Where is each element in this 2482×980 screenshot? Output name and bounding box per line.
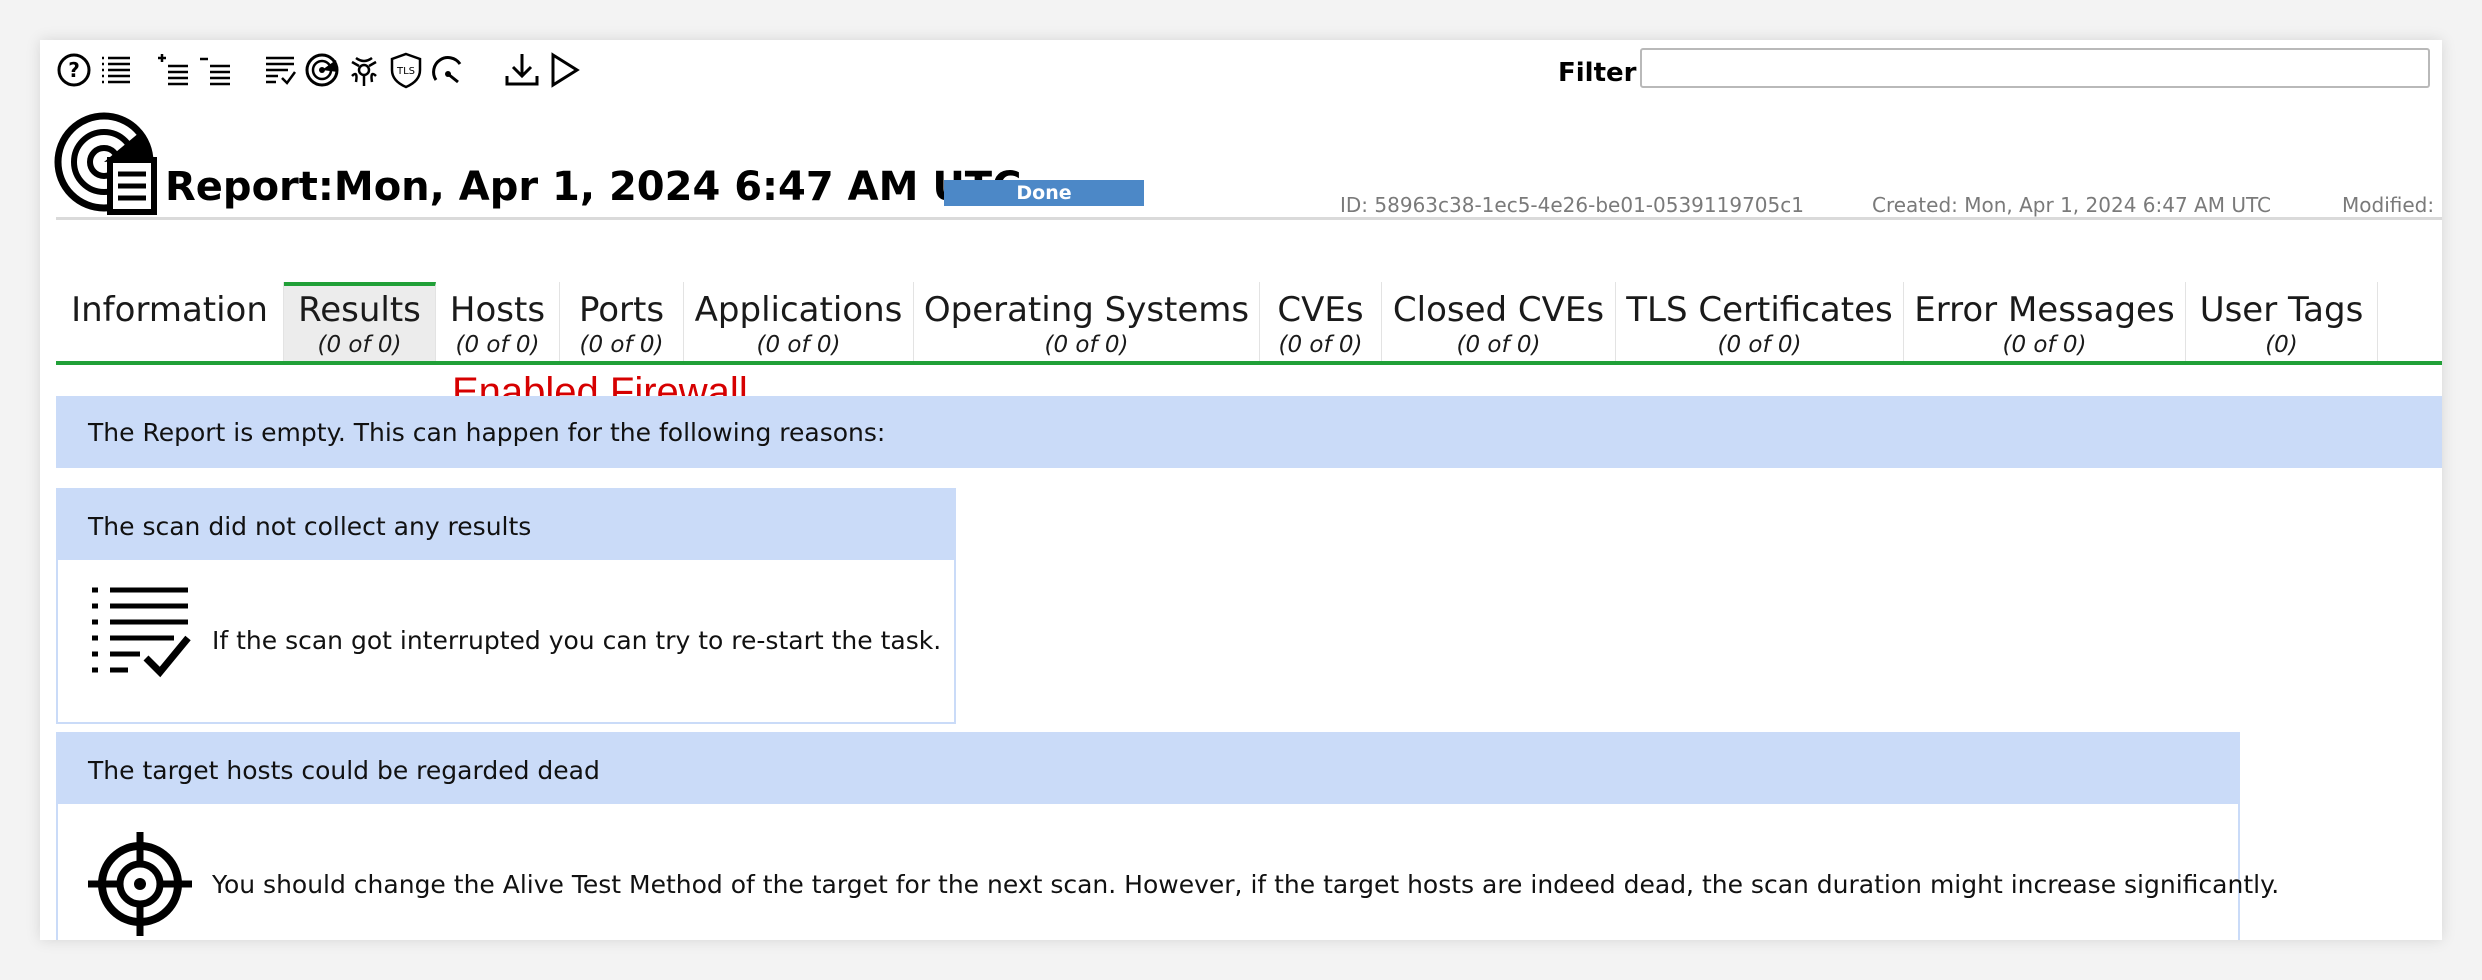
panel-text: If the scan got interrupted you can try … [212,626,942,655]
tab-cves[interactable]: CVEs (0 of 0) [1260,282,1382,361]
header-divider [56,217,2442,220]
hosts-icon[interactable] [302,50,342,90]
svg-text:TLS: TLS [396,66,415,77]
tab-bar: Information Results (0 of 0) Hosts (0 of… [56,282,2442,366]
panel-text: You should change the Alive Test Method … [212,870,2280,899]
panel-header: The target hosts could be regarded dead [58,734,2238,804]
panel-title: The target hosts could be regarded dead [88,756,600,785]
tab-results[interactable]: Results (0 of 0) [284,282,436,361]
tab-label: Hosts [449,290,546,330]
tab-user-tags[interactable]: User Tags (0) [2186,282,2378,361]
tab-label: Ports [578,290,665,330]
tab-label: TLS Certificates [1626,290,1893,330]
tab-closed-cves[interactable]: Closed CVEs (0 of 0) [1382,282,1616,361]
filter-label: Filter [1558,58,1637,88]
performance-icon[interactable] [428,50,468,90]
tab-label: Operating Systems [923,290,1250,330]
no-results-panel: The scan did not collect any results If … [56,488,956,724]
status-progress-bar: Done [944,180,1144,206]
tab-count: (0 of 0) [455,332,540,358]
report-window: ? TLS Filter Report:Mon, Apr 1, 2024 6:4… [40,40,2442,940]
dead-hosts-panel: The target hosts could be regarded dead … [56,732,2279,940]
tab-label: Error Messages [1914,290,2175,330]
tab-count: (0) [2265,332,2298,358]
tab-label: CVEs [1277,290,1364,330]
tab-count: (0 of 0) [1717,332,1802,358]
tab-count: (0 of 0) [2002,332,2087,358]
tab-label: Results [298,290,421,330]
target-icon [88,832,192,936]
tab-error-messages[interactable]: Error Messages (0 of 0) [1904,282,2186,361]
empty-report-message: The Report is empty. This can happen for… [88,418,886,447]
svg-text:?: ? [68,58,80,82]
tab-applications[interactable]: Applications (0 of 0) [684,282,914,361]
tab-count: (0 of 0) [317,332,402,358]
remove-list-icon[interactable] [196,50,236,90]
report-modified: Modified: M [2342,193,2442,217]
tab-information[interactable]: Information [56,282,284,361]
start-icon[interactable] [544,50,584,90]
tab-count: (0 of 0) [1456,332,1541,358]
filter-input[interactable] [1640,48,2430,88]
tab-operating-systems[interactable]: Operating Systems (0 of 0) [914,282,1260,361]
tab-count: (0 of 0) [756,332,841,358]
empty-report-banner: The Report is empty. This can happen for… [56,396,2442,468]
tab-count: (0 of 0) [579,332,664,358]
tab-label: Information [71,290,268,330]
tab-label: Applications [694,290,903,330]
tls-icon[interactable]: TLS [386,50,426,90]
report-id: ID: 58963c38-1ec5-4e26-be01-0539119705c1 [1340,193,1804,217]
toolbar: ? TLS [54,50,754,92]
tab-label: Closed CVEs [1392,290,1605,330]
tab-ports[interactable]: Ports (0 of 0) [560,282,684,361]
report-radar-icon [54,112,158,216]
task-list-icon [88,582,192,686]
help-icon[interactable]: ? [54,50,94,90]
panel-header: The scan did not collect any results [58,490,954,560]
tab-count: (0 of 0) [1044,332,1129,358]
download-icon[interactable] [502,50,542,90]
tab-underline [56,361,2442,365]
panel-title: The scan did not collect any results [88,512,532,541]
list-icon[interactable] [96,50,136,90]
vulnerabilities-icon[interactable] [344,50,384,90]
results-list-icon[interactable] [260,50,300,90]
tab-count: (0 of 0) [1278,332,1363,358]
add-list-icon[interactable] [154,50,194,90]
tab-hosts[interactable]: Hosts (0 of 0) [436,282,560,361]
tab-tls-certificates[interactable]: TLS Certificates (0 of 0) [1616,282,1904,361]
page-title: Report:Mon, Apr 1, 2024 6:47 AM UTC [165,164,1022,210]
report-created: Created: Mon, Apr 1, 2024 6:47 AM UTC [1872,193,2271,217]
tab-label: User Tags [2199,290,2364,330]
